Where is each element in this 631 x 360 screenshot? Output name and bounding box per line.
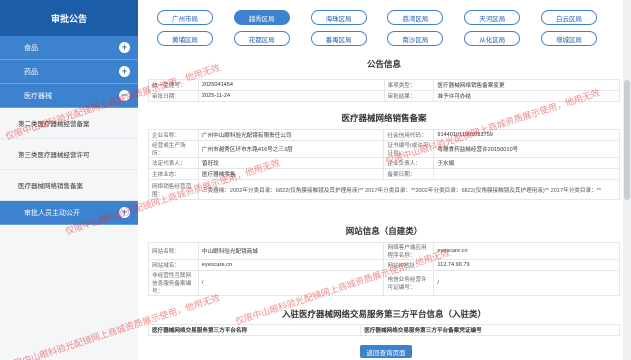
field-value: 中山眼科验光配镜商城 (197, 242, 385, 260)
sidebar-item-medical-devices[interactable]: 医疗器械 − (0, 84, 138, 108)
table-header-row: 医疗器械网络交易服务第三方平台名称 医疗器械网络交易服务第三方平台备案凭证编号 (147, 324, 620, 336)
column-header: 医疗器械网络交易服务第三方平台名称 (147, 324, 362, 336)
field-label: 审批日期： (148, 90, 199, 102)
field-value: 2025041454 (197, 79, 385, 91)
field-label: 事项类型： (383, 79, 435, 91)
field-label: 证书编号(或许可证号)： (383, 140, 435, 158)
sidebar-item-label: 食品 (24, 44, 38, 52)
field-label: 电信业务经营许可证编号： (383, 270, 435, 296)
field-label: 网络销售经营范围： (148, 179, 199, 200)
sidebar: 审批公告 食品 + 药品 + 医疗器械 − 第二类医疗器械经营备案 第三类医疗器… (0, 0, 138, 360)
table-row: 网站域名： eyescare.cn 网站IP地址： 112.74.90.79 (148, 259, 620, 271)
field-label: 法定代表人： (148, 157, 199, 169)
sidebar-item-label: 药品 (24, 68, 38, 76)
district-button[interactable]: 南沙区局 (387, 31, 444, 46)
field-label: 统一受理号： (148, 79, 199, 91)
district-button[interactable]: 荔湾区局 (387, 10, 444, 25)
table-row: 审批日期： 2025-11-24 审批结果： 准予许可办结 (148, 90, 620, 102)
website-table: 网站名称： 中山眼科验光配镜商城 网络客户端应用程序名称： eyescare.c… (148, 242, 620, 296)
table-row: 网络销售经营范围： 三类器械：2002年分类目录：6822(仅角膜接触镜及其护理… (148, 179, 621, 200)
sidebar-subitem-network-sales[interactable]: 医疗器械网络销售备案 (0, 170, 138, 201)
field-label: 企业负责人： (383, 157, 435, 169)
sidebar-item-label: 医疗器械 (24, 92, 52, 100)
field-label: 网站名称： (148, 242, 199, 260)
district-button[interactable]: 番禺区局 (310, 31, 367, 46)
district-button[interactable]: 天河区局 (464, 10, 521, 25)
expand-icon[interactable]: + (119, 66, 130, 77)
sidebar-item-drugs[interactable]: 药品 + (0, 60, 138, 84)
district-selector: 广州市局 越秀区局 海珠区局 荔湾区局 天河区局 白云区局 黄埔区局 花都区局 … (157, 10, 597, 52)
field-value: 准予许可办结 (433, 90, 620, 102)
district-button-active[interactable]: 越秀区局 (233, 10, 290, 25)
expand-icon[interactable]: + (119, 42, 130, 53)
field-value (433, 168, 620, 180)
district-button[interactable]: 黄埔区局 (157, 31, 213, 46)
district-button[interactable]: 广州市局 (157, 10, 213, 25)
return-search-button[interactable]: 返回查询页面 (360, 345, 412, 358)
field-label: 非经营性互联网信息服务备案编号： (148, 270, 199, 296)
filing-table: 企业名称： 广州中山眼科验光配镜有限责任公司 社会信用代码： 914401011… (148, 129, 621, 200)
sidebar-title: 审批公告 (0, 0, 138, 36)
field-label: 社会信用代码： (383, 129, 435, 141)
website-title: 网站信息（自建类） (345, 226, 423, 236)
field-label: 审批结果： (383, 90, 435, 102)
sidebar-item-staff-disclosure[interactable]: 审批人员主动公开 + (0, 201, 138, 225)
announcement-table: 统一受理号： 2025041454 事项类型： 医疗器械网络销售备案变更 审批日… (148, 79, 620, 102)
field-value: 112.74.90.79 (433, 259, 620, 271)
field-value: 91440101190505375​9 (433, 129, 620, 141)
expand-icon[interactable]: + (119, 207, 130, 218)
field-value-scope: 三类器械：2002年分类目录：6822(仅角膜接触镜及其护理用液)** 2017… (197, 179, 621, 200)
field-value: 粤穗食药监械经营许20150010号 (433, 140, 620, 158)
table-row: 经营或生产场所： 广州市越秀区环市东路416号之三3层 证书编号(或许可证号)：… (148, 140, 620, 158)
field-value: 2025-11-24 (197, 90, 385, 102)
sidebar-subitem-class2-filing[interactable]: 第二类医疗器械经营备案 (0, 108, 138, 139)
collapse-icon[interactable]: − (119, 90, 130, 101)
field-value: eyescare.cn (197, 259, 385, 271)
district-button[interactable]: 花都区局 (233, 31, 290, 46)
announcement-title: 公告信息 (366, 59, 401, 69)
field-label: 主体业态： (148, 168, 199, 180)
field-label: 网站IP地址： (383, 259, 435, 271)
field-value: eyescare.cn (433, 242, 620, 260)
district-button[interactable]: 增城区局 (540, 31, 597, 46)
district-button[interactable]: 海珠区局 (310, 10, 367, 25)
sidebar-item-label: 审批人员主动公开 (24, 209, 80, 217)
district-button[interactable]: 从化区局 (464, 31, 521, 46)
field-label: 企业名称： (148, 129, 199, 141)
field-value: 曾旺玟 (197, 157, 385, 169)
sidebar-item-food[interactable]: 食品 + (0, 36, 138, 60)
filing-title: 医疗器械网络销售备案 (341, 113, 427, 123)
district-button[interactable]: 白云区局 (540, 10, 597, 25)
field-label: 网络客户端应用程序名称： (383, 242, 435, 260)
field-value: / (433, 270, 620, 296)
table-row: 法定代表人： 曾旺玟 企业负责人： 于水娟 (148, 157, 620, 169)
sidebar-subitem-class3-license[interactable]: 第三类医疗器械经营许可 (0, 139, 138, 170)
field-label: 备案日期： (383, 168, 435, 180)
table-row: 非经营性互联网信息服务备案编号： / 电信业务经营许可证编号： / (148, 270, 620, 296)
column-header: 医疗器械网络交易服务第三方平台备案凭证编号 (360, 324, 620, 336)
field-label: 网站域名： (148, 259, 199, 271)
platform-title: 入驻医疗器械网络交易服务第三方平台信息（入驻类） (281, 309, 486, 319)
field-label: 经营或生产场所： (148, 140, 199, 158)
platform-table: 医疗器械网络交易服务第三方平台名称 医疗器械网络交易服务第三方平台备案凭证编号 (147, 324, 620, 336)
field-value: 医疗器械零售 (197, 168, 385, 180)
table-row: 主体业态： 医疗器械零售 备案日期： (148, 168, 620, 180)
table-row: 企业名称： 广州中山眼科验光配镜有限责任公司 社会信用代码： 914401011… (148, 129, 620, 141)
scrollbar-thumb[interactable] (624, 80, 630, 200)
table-row: 统一受理号： 2025041454 事项类型： 医疗器械网络销售备案变更 (148, 79, 620, 91)
field-value: 广州中山眼科验光配镜有限责任公司 (197, 129, 385, 141)
field-value: 于水娟 (433, 157, 620, 169)
table-row: 网站名称： 中山眼科验光配镜商城 网络客户端应用程序名称： eyescare.c… (148, 242, 620, 260)
field-value: 广州市越秀区环市东路416号之三3层 (197, 140, 385, 158)
scrollbar[interactable] (623, 0, 631, 360)
field-value: / (197, 270, 385, 296)
field-value: 医疗器械网络销售备案变更 (433, 79, 620, 91)
